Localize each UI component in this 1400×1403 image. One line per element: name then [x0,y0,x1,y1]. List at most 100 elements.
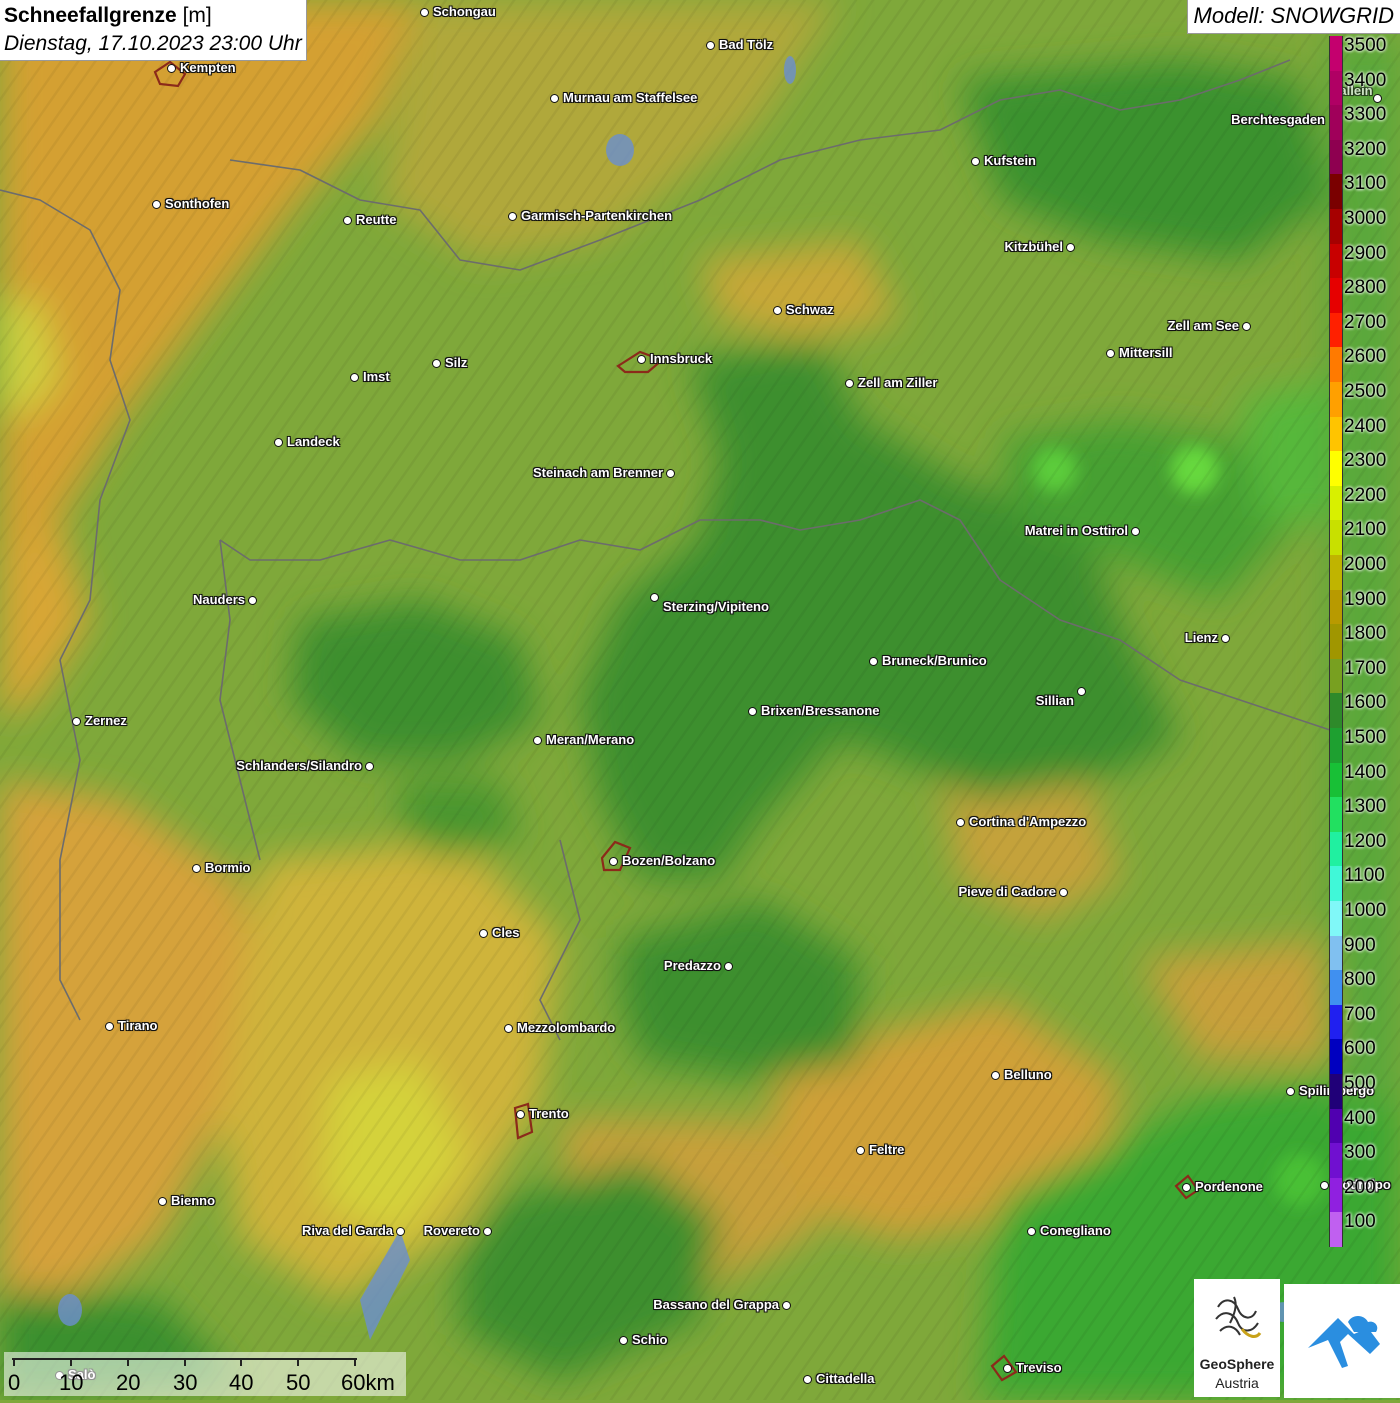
legend-label: 2900 [1344,242,1387,264]
city-marker [479,929,488,938]
city-marker [706,41,715,50]
geosphere-logo-text-1: GeoSphere [1199,1356,1275,1372]
legend-swatch [1329,970,1343,1006]
legend-swatch [1329,866,1343,902]
city-label: Bormio [205,860,251,875]
legend-label: 300 [1344,1142,1376,1164]
legend-label: 1800 [1344,623,1387,645]
city-label: Garmisch-Partenkirchen [521,208,673,223]
city-label: Bassano del Grappa [653,1297,779,1312]
legend-swatch [1329,382,1343,418]
city-marker [1242,322,1251,331]
legend-label: 2300 [1344,450,1387,472]
legend-label: 2200 [1344,484,1387,506]
city-label: Imst [363,369,390,384]
city-marker [971,157,980,166]
partner-logo [1284,1284,1400,1398]
city-marker [158,1197,167,1206]
legend-swatch [1329,139,1343,175]
city-marker [748,707,757,716]
city-marker [782,1301,791,1310]
city-marker [365,762,374,771]
scale-tick [13,1358,15,1366]
legend-label: 2100 [1344,519,1387,541]
scale-tick [127,1358,129,1366]
city-label: Meran/Merano [546,732,635,747]
city-label: Mezzolombardo [517,1020,616,1035]
city-label: Reutte [356,212,397,227]
legend-swatch [1329,485,1343,521]
legend-swatch [1329,312,1343,348]
city-marker [619,1336,628,1345]
city-marker [991,1071,1000,1080]
city-label: Kitzbühel [1004,239,1064,254]
scale-label: 20 [116,1370,141,1395]
map-title: Schneefallgrenze [m] [4,4,212,27]
city-marker [72,717,81,726]
city-marker [1221,634,1230,643]
scale-label: 10 [59,1370,84,1395]
city-label: Kempten [180,60,236,75]
legend-label: 1400 [1344,761,1387,783]
legend-swatch [1329,589,1343,625]
map-datetime: Dienstag, 17.10.2023 23:00 Uhr [4,32,302,55]
scale-tick [184,1358,186,1366]
legend-label: 3200 [1344,138,1387,160]
legend-label: 400 [1344,1107,1376,1129]
city-label: Landeck [287,434,340,449]
city-label: Kufstein [984,153,1036,168]
legend-label: 500 [1344,1073,1376,1094]
city-label: Schwaz [786,302,834,317]
city-label: Tirano [118,1018,158,1033]
city-label: Silz [445,355,468,370]
legend-label: 1100 [1344,865,1385,887]
legend-label: 1200 [1344,830,1387,852]
legend-label: 2600 [1344,346,1387,368]
mountain-cloud-logo-icon [1308,1316,1380,1368]
city-label: Zell am See [1167,318,1239,333]
city-label: Rovereto [423,1223,480,1238]
city-marker [1106,349,1115,358]
city-label: Zernez [85,713,127,728]
legend-label: 3500 [1344,35,1387,56]
legend-swatch [1329,1108,1343,1144]
legend-swatch [1329,278,1343,314]
city-marker [773,306,782,315]
city-label: Bozen/Bolzano [622,853,716,868]
city-marker [856,1146,865,1155]
city-marker [1027,1227,1036,1236]
legend-swatch [1329,243,1343,279]
legend-swatch [1329,1212,1343,1248]
legend-swatch [1329,36,1343,72]
legend-label: 1900 [1344,588,1387,610]
city-marker [956,818,965,827]
city-marker [637,355,646,364]
city-marker [650,593,659,602]
geosphere-logo-icon [1215,1296,1262,1338]
city-label: Innsbruck [650,351,713,366]
city-label: Cittadella [816,1371,875,1386]
city-marker [666,469,675,478]
legend-label: 3400 [1344,69,1387,91]
city-marker [504,1024,513,1033]
city-marker [1003,1364,1012,1373]
legend-label: 3100 [1344,173,1387,195]
legend-label: 2500 [1344,381,1387,402]
legend-label: 800 [1344,969,1376,991]
legend-swatch [1329,347,1343,383]
city-label: Cles [492,925,520,940]
city-marker [105,1022,114,1031]
legend-swatch [1329,1177,1343,1213]
city-label: Feltre [869,1142,905,1157]
city-label: Steinach am Brenner [532,465,663,480]
city-label: Trento [529,1106,569,1121]
city-marker [420,8,429,17]
legend-swatch [1329,797,1343,833]
city-label: Matrei in Osttirol [1024,523,1128,538]
city-marker [192,864,201,873]
scale-label: 50 [286,1370,311,1395]
city-marker [1182,1183,1191,1192]
city-marker [724,962,733,971]
city-marker [1286,1087,1295,1096]
city-marker [432,359,441,368]
